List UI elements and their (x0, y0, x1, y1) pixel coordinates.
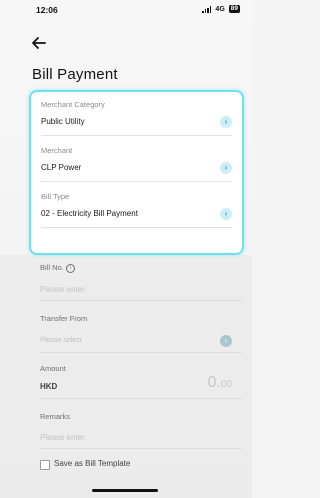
chevron-right-icon[interactable]: › (220, 162, 232, 174)
remarks-label: Remarks (40, 412, 71, 421)
transfer-from-select[interactable]: Please select (40, 337, 82, 344)
merchant-value[interactable]: CLP Power (41, 163, 81, 172)
transfer-from-label: Transfer From (40, 314, 88, 323)
network-type: 4G (215, 5, 225, 13)
merchant-selection-card: Merchant Category Public Utility › Merch… (29, 90, 244, 255)
chevron-right-icon[interactable]: › (220, 116, 232, 128)
merchant-category-value[interactable]: Public Utility (41, 117, 85, 126)
save-template-label[interactable]: Save as Bill Template (54, 459, 130, 468)
status-time: 12:06 (36, 5, 58, 15)
status-bar: 12:06 4G 89 (0, 0, 252, 22)
remarks-input[interactable]: Please enter (40, 433, 85, 442)
divider (41, 181, 232, 182)
bill-type-value[interactable]: 02 - Electricity Bill Payment (41, 209, 138, 218)
amount-input[interactable]: 0.00 (208, 374, 232, 392)
back-arrow-icon[interactable] (31, 36, 47, 50)
amount-label: Amount (40, 364, 66, 373)
bill-no-label: Bill No. i (40, 263, 75, 273)
divider (40, 398, 242, 399)
signal-icon (202, 5, 212, 13)
bill-payment-screen: 12:06 4G 89 Bill Payment Merchant Catego… (0, 0, 252, 498)
info-icon[interactable]: i (65, 263, 75, 273)
chevron-right-icon[interactable]: › (220, 335, 232, 347)
divider (41, 135, 232, 136)
page-title: Bill Payment (32, 66, 118, 83)
currency-label: HKD (40, 382, 58, 391)
divider (40, 448, 242, 449)
chevron-right-icon[interactable]: › (220, 208, 232, 220)
merchant-category-label: Merchant Category (41, 100, 105, 109)
merchant-label: Merchant (41, 146, 73, 155)
status-indicators: 4G 89 (202, 5, 240, 13)
divider (40, 352, 242, 353)
divider (40, 300, 242, 301)
bill-type-label: Bill Type (41, 192, 70, 201)
home-indicator (92, 489, 158, 492)
battery-icon: 89 (228, 5, 240, 13)
divider (41, 227, 232, 228)
bill-no-input[interactable]: Please enter (40, 285, 85, 294)
save-template-checkbox[interactable] (40, 460, 50, 470)
